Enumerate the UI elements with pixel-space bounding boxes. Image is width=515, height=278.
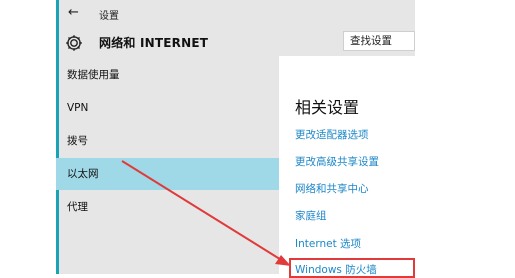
link-advanced-sharing[interactable]: 更改高级共享设置 xyxy=(295,154,379,169)
related-settings-title: 相关设置 xyxy=(295,98,360,117)
sidebar-item-proxy[interactable]: 代理 xyxy=(56,191,279,223)
sidebar-item-ethernet[interactable]: 以太网 xyxy=(56,158,279,190)
gear-icon xyxy=(64,33,84,53)
sidebar-item-dial-up[interactable]: 拨号 xyxy=(56,125,279,157)
link-network-sharing-center[interactable]: 网络和共享中心 xyxy=(295,181,369,196)
sidebar-item-label: VPN xyxy=(67,102,89,114)
link-internet-options[interactable]: Internet 选项 xyxy=(295,236,361,251)
annotation-highlight-box xyxy=(289,258,415,278)
search-box[interactable] xyxy=(343,31,420,51)
link-homegroup[interactable]: 家庭组 xyxy=(295,208,327,223)
back-button[interactable]: ← xyxy=(68,5,84,21)
sidebar-item-label: 数据使用量 xyxy=(67,69,120,81)
sidebar-item-data-usage[interactable]: 数据使用量 xyxy=(56,59,279,91)
arrow-left-icon: ← xyxy=(68,5,79,20)
sidebar-item-label: 代理 xyxy=(67,201,88,213)
sidebar-item-label: 以太网 xyxy=(67,168,99,180)
section-title: 网络和 INTERNET xyxy=(99,36,209,50)
sidebar-item-vpn[interactable]: VPN xyxy=(56,92,279,124)
link-adapter-options[interactable]: 更改适配器选项 xyxy=(295,127,369,142)
app-title: 设置 xyxy=(99,11,119,22)
sidebar-item-label: 拨号 xyxy=(67,135,88,147)
search-input[interactable] xyxy=(344,32,420,50)
